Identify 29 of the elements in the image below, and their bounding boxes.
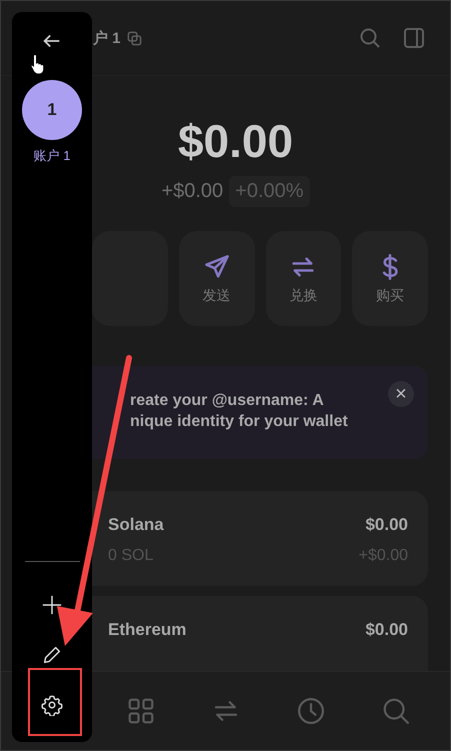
banner-text: nique identity for your wallet: [130, 412, 349, 432]
token-value: $0.00: [365, 620, 408, 640]
close-button[interactable]: ×: [388, 381, 414, 407]
hand-cursor-icon: [30, 53, 46, 75]
action-button[interactable]: 发送: [178, 231, 254, 326]
send-icon: [202, 252, 231, 280]
settings-icon[interactable]: [41, 694, 63, 716]
username-banner[interactable]: reate your @username: A nique identity for your wallet ×: [92, 366, 428, 459]
search-icon[interactable]: [380, 696, 410, 726]
highlight-box: [28, 668, 82, 736]
action-button[interactable]: 兑换: [266, 231, 342, 326]
copy-icon[interactable]: [126, 30, 142, 46]
side-panel-icon[interactable]: [402, 26, 426, 50]
token-name: Ethereum: [108, 620, 186, 640]
account-avatar[interactable]: 1: [22, 80, 82, 140]
pencil-icon[interactable]: [41, 644, 63, 666]
search-icon[interactable]: [358, 26, 382, 50]
action-button[interactable]: 购买: [352, 231, 428, 326]
token-name: Solana: [108, 515, 164, 535]
plus-icon[interactable]: [41, 594, 63, 616]
balance-change: +$0.00: [161, 180, 224, 203]
grid-icon[interactable]: [126, 696, 156, 726]
token-value: $0.00: [365, 515, 408, 535]
token-card[interactable]: Ethereum $0.00: [92, 596, 428, 671]
account-label[interactable]: 账户 1: [34, 147, 70, 165]
account-name[interactable]: 户 1: [93, 28, 121, 48]
clock-icon[interactable]: [296, 696, 326, 726]
balance-amount: $0.00: [178, 114, 294, 168]
banner-text: reate your @username: A: [130, 391, 325, 411]
